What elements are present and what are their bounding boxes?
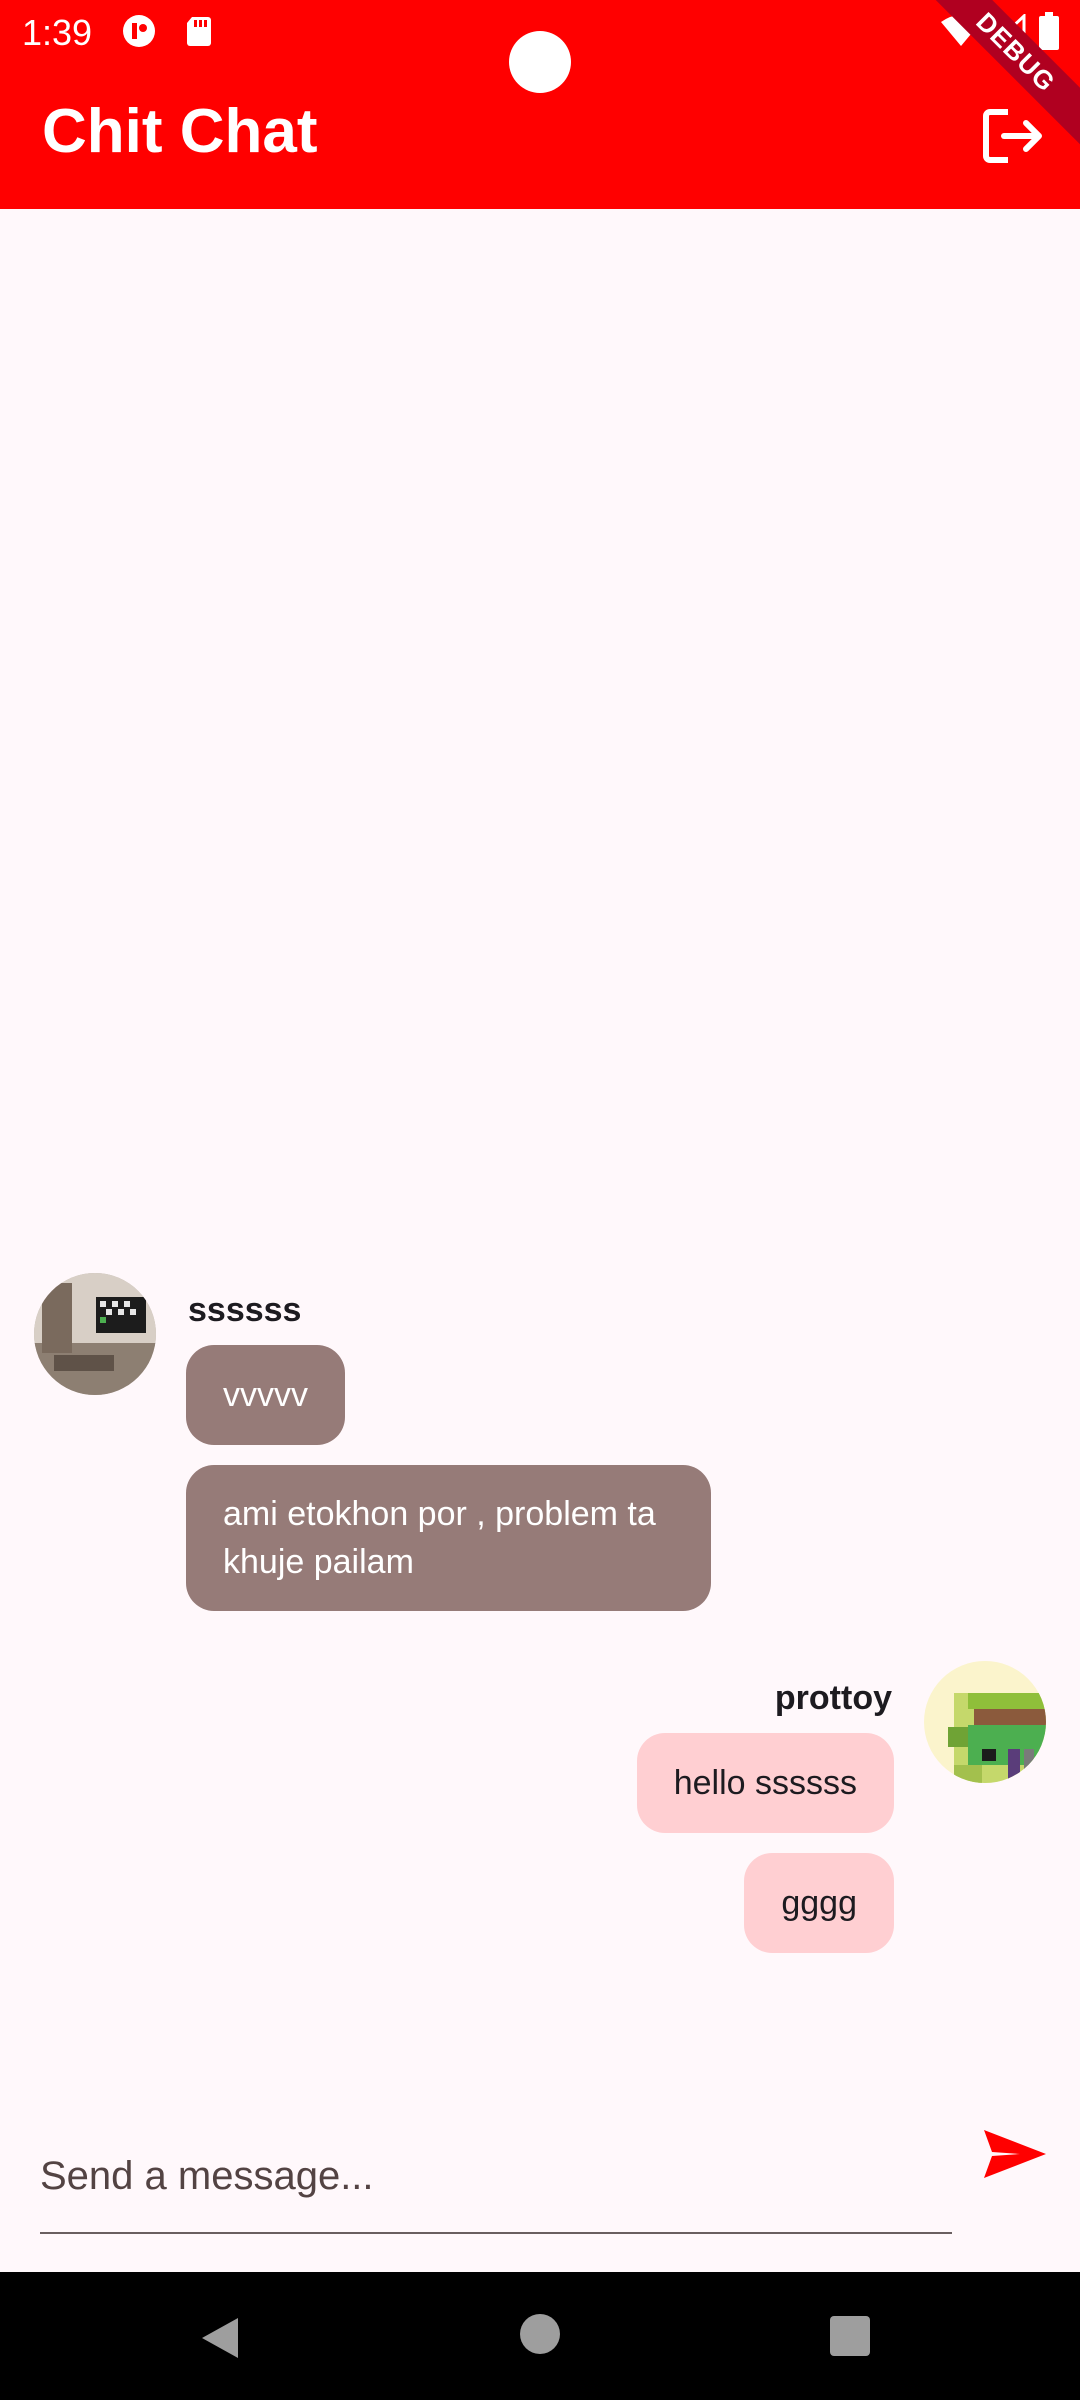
avatar-prottoy[interactable] xyxy=(924,1661,1046,1783)
send-icon[interactable] xyxy=(980,2124,1050,2184)
camera-cutout xyxy=(509,31,571,93)
message-bubble-other-2[interactable]: ami etokhon por , problem ta khuje paila… xyxy=(186,1465,711,1611)
logout-icon[interactable] xyxy=(982,106,1046,166)
status-time: 1:39 xyxy=(22,12,93,53)
sender-name-mine: prottoy xyxy=(774,1679,892,1717)
avatar-ssssss[interactable] xyxy=(34,1273,156,1395)
message-bubble-mine-1[interactable]: hello ssssss xyxy=(636,1733,894,1833)
message-list[interactable]: ssssss vvvvv ami etokhon por , problem t… xyxy=(0,209,1080,2069)
battery-icon xyxy=(1039,12,1059,50)
sd-card-icon xyxy=(187,17,211,46)
sender-name-other: ssssss xyxy=(188,1291,302,1329)
recents-icon[interactable] xyxy=(830,2316,870,2356)
app-title: Chit Chat xyxy=(42,97,318,166)
message-bubble-other-1[interactable]: vvvvv xyxy=(186,1345,345,1445)
app-bar: 1:39 DEBUG Chit Chat xyxy=(0,0,1080,209)
message-bubble-mine-2[interactable]: gggg xyxy=(744,1853,894,1953)
home-icon[interactable] xyxy=(520,2314,560,2354)
message-text: hello ssssss xyxy=(673,1764,857,1802)
room-photo-icon xyxy=(34,1273,156,1395)
pixel-avatar-icon xyxy=(924,1661,1046,1783)
message-text: gggg xyxy=(781,1884,857,1922)
message-input[interactable] xyxy=(40,2110,952,2234)
message-text: vvvvv xyxy=(223,1376,308,1414)
app-notification-icon xyxy=(123,15,155,47)
back-icon[interactable] xyxy=(200,2316,240,2360)
system-nav-bar xyxy=(0,2272,1080,2400)
message-text: ami etokhon por , problem ta khuje paila… xyxy=(223,1495,656,1581)
